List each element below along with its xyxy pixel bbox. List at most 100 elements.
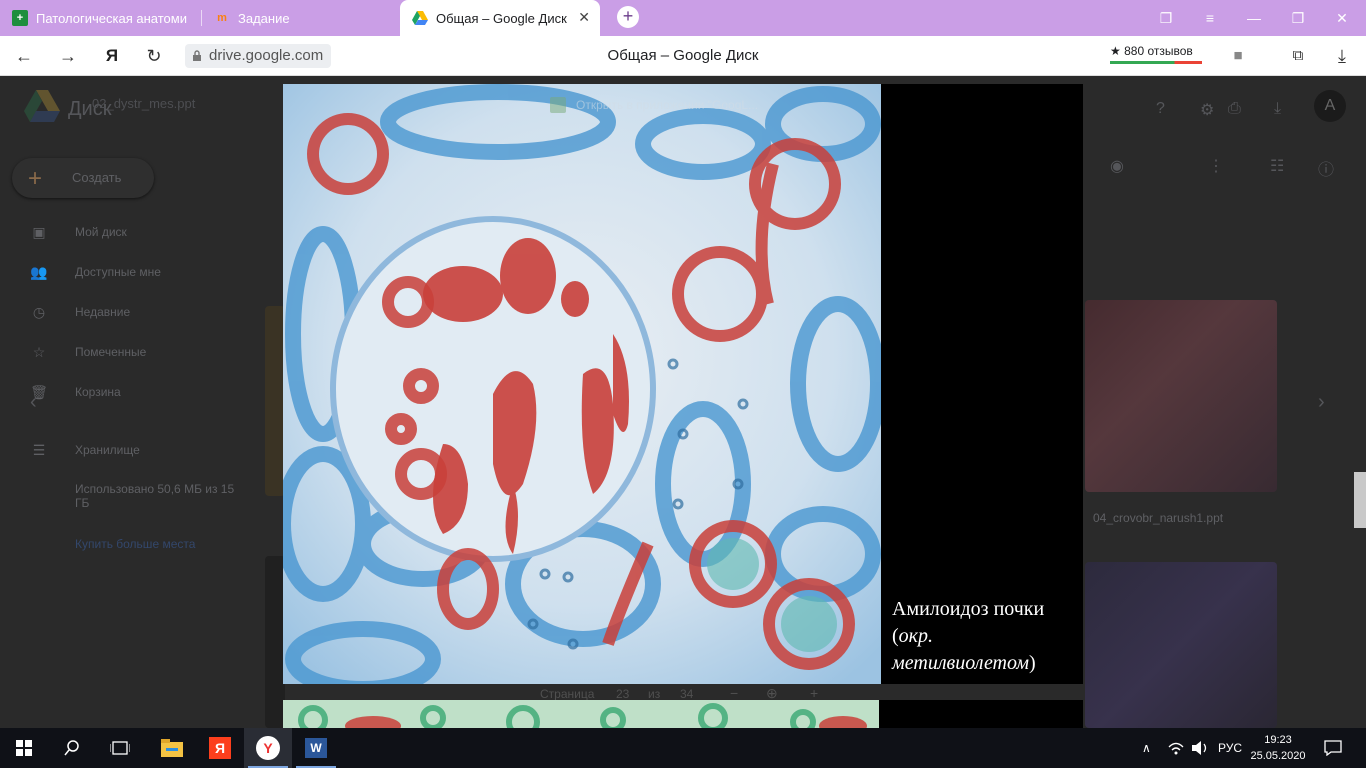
forward-icon[interactable]: →	[56, 44, 80, 68]
scrollbar-thumb[interactable]	[1354, 472, 1366, 528]
histology-image	[283, 84, 881, 684]
slide-caption: Амилоидоз почки (окр. метилвиолетом)	[892, 596, 1077, 677]
language-indicator[interactable]: РУС	[1218, 728, 1242, 768]
windows-start-icon[interactable]	[0, 728, 48, 768]
yandex-browser-icon[interactable]: Я	[196, 728, 244, 768]
sidebar-item-storage[interactable]: ☰ Хранилище	[0, 434, 250, 466]
drive-logo-icon	[24, 90, 60, 122]
next-slide-image	[283, 700, 879, 728]
star-icon: ☆	[32, 344, 46, 360]
google-drive-icon	[412, 10, 428, 26]
reload-icon[interactable]: ↻	[142, 44, 166, 68]
open-with-label: Открыть в приложении "GoogL...	[576, 98, 759, 112]
file-thumbnail[interactable]	[1085, 300, 1277, 492]
menu-icon[interactable]: ≡	[1200, 8, 1220, 28]
settings-icon[interactable]: ⚙	[1200, 100, 1214, 120]
network-icon[interactable]	[1168, 728, 1184, 768]
tabs-overview-icon[interactable]: ❐	[1156, 8, 1176, 28]
caption-stain: окр. метилвиолетом	[892, 625, 1030, 674]
close-tab-icon[interactable]: ✕	[578, 9, 590, 26]
plus-icon: +	[28, 165, 43, 192]
sidebar-item-label: Недавние	[75, 305, 131, 319]
help-icon[interactable]: ?	[1156, 100, 1165, 118]
slides-icon	[550, 97, 566, 113]
tab-assignment[interactable]: m Задание	[202, 0, 398, 36]
tab-label: Патологическая анатоми	[36, 10, 187, 26]
prev-arrow-icon[interactable]: ‹	[30, 391, 37, 414]
file-thumbnail[interactable]	[1085, 562, 1277, 728]
clock-date: 25.05.2020	[1250, 750, 1306, 762]
tab-label: Общая – Google Диск	[436, 10, 567, 26]
print-icon[interactable]: ⎙	[1228, 100, 1241, 118]
reviews-label: ★ 880 отзывов	[1110, 44, 1193, 58]
next-arrow-icon[interactable]: ›	[1318, 391, 1325, 414]
sidebar-item-my-drive[interactable]: ▣ Мой диск	[0, 216, 250, 248]
list-view-icon[interactable]: ☷	[1270, 156, 1284, 176]
downloads-icon[interactable]: ⤓	[1330, 44, 1354, 68]
sidebar-item-starred[interactable]: ☆ Помеченные	[0, 336, 250, 368]
page-label: Страница	[540, 687, 595, 701]
next-slide-preview	[283, 700, 1083, 728]
create-button[interactable]: + Создать	[12, 158, 154, 198]
browser-tab-bar: + Патологическая анатоми m Задание Общая…	[0, 0, 1366, 36]
sidebar-item-label: Хранилище	[75, 443, 140, 457]
clock-time: 19:23	[1264, 734, 1292, 746]
file-thumbnail[interactable]	[265, 556, 285, 728]
search-icon[interactable]	[48, 728, 96, 768]
back-icon[interactable]: ←	[12, 44, 36, 68]
sidebar-item-trash[interactable]: 🗑 Корзина	[0, 376, 250, 408]
task-view-icon[interactable]	[96, 728, 144, 768]
presentation-slide: Амилоидоз почки (окр. метилвиолетом)	[283, 84, 1083, 684]
tab-google-drive[interactable]: Общая – Google Диск ✕	[400, 0, 600, 36]
zoom-out-icon[interactable]: −	[730, 685, 738, 701]
system-clock[interactable]: 19:23 25.05.2020	[1250, 732, 1306, 764]
zoom-in-icon[interactable]: +	[810, 685, 818, 701]
site-reviews[interactable]: ★ 880 отзывов	[1110, 44, 1202, 64]
storage-icon: ☰	[32, 442, 46, 458]
file-thumbnail[interactable]	[265, 306, 285, 496]
show-hidden-icons[interactable]: ∧	[1142, 728, 1151, 768]
create-label: Создать	[72, 170, 122, 185]
notifications-icon[interactable]	[1324, 728, 1342, 768]
preview-icon[interactable]: ◉	[1110, 156, 1124, 176]
tab-pathology-sheet[interactable]: + Патологическая анатоми	[0, 0, 200, 36]
moodle-icon: m	[217, 12, 227, 24]
close-window-icon[interactable]: ✕	[1332, 8, 1352, 28]
address-bar-row: ← → Я ↻ drive.google.com Общая – Google …	[0, 36, 1366, 76]
sidebar-item-shared[interactable]: 👥 Доступные мне	[0, 256, 250, 288]
volume-icon[interactable]	[1192, 728, 1210, 768]
caption-paren-close: )	[1029, 652, 1036, 674]
word-icon[interactable]: W	[292, 728, 340, 768]
taskbar: Я Y W ∧ РУС 19:23 25.05.2020	[0, 728, 1366, 768]
extensions-icon[interactable]: ⧉	[1286, 44, 1310, 68]
url-field[interactable]: drive.google.com	[185, 44, 332, 68]
bookmark-icon[interactable]: ■	[1226, 44, 1250, 68]
tab-label: Задание	[238, 10, 290, 26]
file-explorer-icon[interactable]	[148, 728, 196, 768]
caption-paren-open: (	[892, 625, 899, 647]
shared-icon: 👥	[30, 264, 48, 280]
restore-icon[interactable]: ❐	[1288, 8, 1308, 28]
sidebar-item-label: Мой диск	[75, 225, 127, 239]
download-icon[interactable]: ⤓	[1274, 100, 1281, 118]
caption-title: Амилоидоз почки	[892, 598, 1045, 620]
yandex-browser-active-icon[interactable]: Y	[244, 728, 292, 768]
new-tab-button[interactable]: +	[617, 6, 639, 28]
sidebar-item-recent[interactable]: ◷ Недавние	[0, 296, 250, 328]
buy-storage-link[interactable]: Купить больше места	[75, 537, 195, 551]
page-of-label: из	[648, 687, 661, 701]
viewer-file-name: 02_dystr_mes.ppt	[92, 96, 196, 111]
minimize-icon[interactable]: —	[1244, 8, 1264, 28]
lock-icon	[193, 50, 201, 61]
info-icon[interactable]: ⓘ	[1318, 156, 1334, 180]
my-drive-icon: ▣	[32, 224, 46, 240]
more-vert-icon[interactable]: ⋮	[1208, 156, 1224, 176]
yandex-icon[interactable]: Я	[100, 44, 124, 68]
sidebar-item-label: Доступные мне	[75, 265, 161, 279]
avatar[interactable]: A	[1314, 90, 1346, 122]
file-name[interactable]: 04_crovobr_narush1.ppt	[1093, 511, 1223, 525]
url-text: drive.google.com	[209, 47, 324, 64]
current-page-input[interactable]: 23	[616, 687, 629, 701]
open-with-app-button[interactable]: Открыть в приложении "GoogL...	[546, 93, 806, 117]
storage-usage: Использовано 50,6 МБ из 15 ГБ	[75, 482, 235, 510]
